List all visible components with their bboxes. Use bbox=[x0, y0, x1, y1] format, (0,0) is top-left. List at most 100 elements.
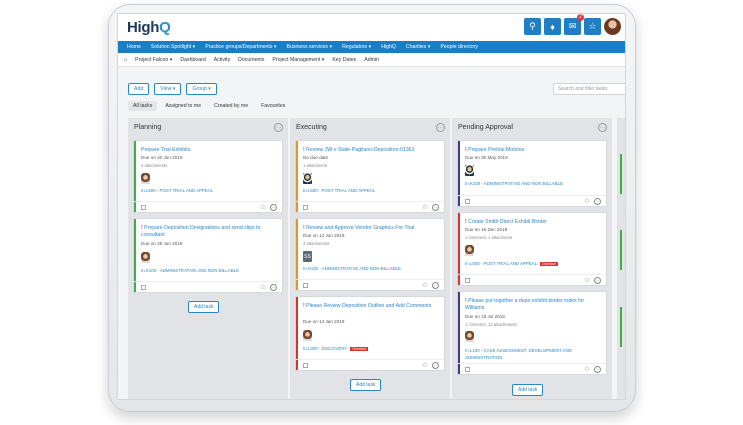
task-card[interactable]: ! Prepare Pretrial Motions Due on 30 May… bbox=[457, 140, 607, 207]
matter-link[interactable]: In L100 - CASE ASSESSMENT, DEVELOPMENT A… bbox=[465, 347, 601, 361]
favourite-star-icon[interactable]: ☆ bbox=[584, 197, 590, 205]
task-card[interactable]: ! Please put together a depo exhibit bin… bbox=[457, 291, 607, 375]
column-menu-icon[interactable]: ··· bbox=[436, 123, 445, 132]
task-title[interactable]: ! Please put together a depo exhibit bin… bbox=[465, 298, 601, 312]
nav-item-home[interactable]: Home bbox=[127, 44, 141, 50]
view-dropdown[interactable]: View ▾ bbox=[154, 83, 182, 95]
highq-logo[interactable]: HighQ bbox=[127, 19, 171, 36]
task-title[interactable]: ! Please Review Deposition Outline and A… bbox=[303, 303, 439, 310]
add-task-button[interactable]: Add task bbox=[512, 384, 544, 396]
column-menu-icon[interactable]: ··· bbox=[598, 123, 607, 132]
task-title[interactable]: ! Prepare Pretrial Motions bbox=[465, 147, 601, 154]
task-title[interactable]: ! Prepare Deposition Designations and se… bbox=[141, 225, 277, 239]
task-card[interactable]: ! Review and Approve Vendor Graphics For… bbox=[295, 218, 445, 291]
tab-activity[interactable]: Activity bbox=[214, 57, 230, 63]
task-title[interactable]: ! Review and Approve Vendor Graphics For… bbox=[303, 225, 439, 232]
task-title[interactable]: Prepare Trial Exhibits bbox=[141, 147, 277, 154]
filter-assigned-to-me[interactable]: Assigned to me bbox=[160, 101, 206, 111]
group-dropdown[interactable]: Group ▾ bbox=[186, 83, 217, 95]
more-options-icon[interactable]: ··· bbox=[594, 277, 601, 284]
assignee-avatar[interactable] bbox=[141, 252, 150, 263]
favourite-star-icon[interactable]: ☆ bbox=[260, 203, 266, 211]
favourite-star-icon[interactable]: ☆ bbox=[422, 361, 428, 369]
assignee-avatar[interactable]: SS bbox=[303, 251, 312, 262]
filter-all-tasks[interactable]: All tasks bbox=[128, 101, 158, 111]
filter-created-by-me[interactable]: Created by me bbox=[209, 101, 253, 111]
favourite-star-icon[interactable]: ☆ bbox=[584, 365, 590, 373]
bell-icon[interactable]: ♦ bbox=[544, 18, 561, 35]
complete-checkbox[interactable] bbox=[465, 367, 470, 372]
attachments-count: 1 attachment bbox=[303, 163, 328, 168]
nav-item-highq[interactable]: HighQ bbox=[381, 44, 396, 50]
matter-link[interactable]: In L500 - POST TRIAL AND APPEAL bbox=[141, 188, 213, 193]
task-title[interactable]: ! Create Smith Direct Exhibit Binder bbox=[465, 219, 601, 226]
assignee-avatar[interactable] bbox=[465, 331, 474, 342]
attachments-count: 4 attachments bbox=[303, 241, 330, 246]
more-options-icon[interactable]: ··· bbox=[432, 204, 439, 211]
assignee-avatar[interactable] bbox=[141, 173, 150, 184]
nav-item-charities[interactable]: Charities ▾ bbox=[406, 44, 431, 50]
complete-checkbox[interactable] bbox=[141, 205, 146, 210]
card-footer: ☆ ··· bbox=[458, 195, 606, 206]
matter-link[interactable]: In K100 - ADMINISTRATIVE AND NON BILLABL… bbox=[141, 268, 239, 273]
column-title: Pending Approval bbox=[458, 124, 513, 131]
user-avatar[interactable] bbox=[604, 18, 621, 35]
favourite-star-icon[interactable]: ☆ bbox=[584, 276, 590, 284]
complete-checkbox[interactable] bbox=[465, 199, 470, 204]
assignee-avatar[interactable] bbox=[303, 173, 312, 184]
task-card[interactable]: ! Review JW-v-State-Pagliano-Deposition-… bbox=[295, 140, 445, 213]
favourite-star-icon[interactable]: ☆ bbox=[422, 203, 428, 211]
nav-item-regulators[interactable]: Regulators ▾ bbox=[342, 44, 371, 50]
filter-favourites[interactable]: Favourites bbox=[256, 101, 290, 111]
nav-item-people-directory[interactable]: People directory bbox=[440, 44, 478, 50]
more-options-icon[interactable]: ··· bbox=[270, 204, 277, 211]
task-card[interactable]: ! Please Review Deposition Outline and A… bbox=[295, 296, 445, 371]
column-menu-icon[interactable]: ··· bbox=[274, 123, 283, 132]
add-task-button[interactable]: Add task bbox=[188, 301, 220, 313]
tab-documents[interactable]: Documents bbox=[238, 57, 264, 63]
star-icon[interactable]: ☆ bbox=[584, 18, 601, 35]
task-card[interactable]: ! Prepare Deposition Designations and se… bbox=[133, 218, 283, 293]
tab-key-dates[interactable]: Key Dates bbox=[332, 57, 356, 63]
assignee-avatar[interactable] bbox=[465, 245, 474, 256]
more-options-icon[interactable]: ··· bbox=[594, 198, 601, 205]
card-footer: ☆ ··· bbox=[458, 363, 606, 374]
tab-dashboard[interactable]: Dashboard bbox=[180, 57, 205, 63]
nav-item-practice-groups[interactable]: Practice groups/Departments ▾ bbox=[205, 44, 276, 50]
more-options-icon[interactable]: ··· bbox=[432, 362, 439, 369]
complete-checkbox[interactable] bbox=[303, 205, 308, 210]
favourite-star-icon[interactable]: ☆ bbox=[422, 281, 428, 289]
tab-admin[interactable]: Admin bbox=[364, 57, 379, 63]
more-options-icon[interactable]: ··· bbox=[432, 282, 439, 289]
more-options-icon[interactable]: ··· bbox=[594, 366, 601, 373]
overdue-badge: Overdue bbox=[540, 261, 558, 266]
tab-project-management[interactable]: Project Management ▾ bbox=[272, 57, 324, 63]
matter-link[interactable]: In K100 - ADMINISTRATIVE AND NON BILLABL… bbox=[303, 266, 401, 271]
matter-link[interactable]: In L500 - POST TRIAL AND APPEAL bbox=[303, 188, 375, 193]
task-title[interactable]: ! Review JW-v-State-Pagliano-Deposition-… bbox=[303, 147, 439, 154]
mail-icon[interactable]: ✉ 2 bbox=[564, 14, 584, 35]
more-options-icon[interactable]: ··· bbox=[270, 284, 277, 291]
complete-checkbox[interactable] bbox=[465, 278, 470, 283]
project-nav: ⌂ Project Falcon ▾ Dashboard Activity Do… bbox=[118, 53, 625, 67]
home-icon[interactable]: ⌂ bbox=[124, 57, 127, 63]
assignee-avatar[interactable] bbox=[303, 330, 312, 341]
due-date: Due on 25 Jun 2019 bbox=[141, 241, 183, 246]
task-search-input[interactable]: Search and filter tasks bbox=[553, 83, 625, 95]
search-icon[interactable]: ⚲ bbox=[524, 18, 541, 35]
complete-checkbox[interactable] bbox=[303, 363, 308, 368]
add-task-button[interactable]: Add task bbox=[350, 379, 382, 391]
favourite-star-icon[interactable]: ☆ bbox=[260, 283, 266, 291]
matter-link[interactable]: In L500 - POST TRIAL AND APPEAL Overdue bbox=[465, 261, 558, 266]
task-card[interactable]: Prepare Trial Exhibits Due on 20 Jun 201… bbox=[133, 140, 283, 213]
matter-link[interactable]: In L300 - DISCOVERY Overdue bbox=[303, 346, 369, 351]
matter-link[interactable]: In K100 - ADMINISTRATIVE AND NON BILLABL… bbox=[465, 181, 563, 186]
assignee-avatar[interactable] bbox=[465, 165, 474, 176]
add-button[interactable]: Add bbox=[128, 83, 150, 95]
task-card[interactable]: ! Create Smith Direct Exhibit Binder Due… bbox=[457, 212, 607, 286]
project-selector[interactable]: Project Falcon ▾ bbox=[135, 57, 172, 63]
complete-checkbox[interactable] bbox=[303, 283, 308, 288]
nav-item-business-services[interactable]: Business services ▾ bbox=[287, 44, 333, 50]
complete-checkbox[interactable] bbox=[141, 285, 146, 290]
nav-item-solution-spotlight[interactable]: Solution Spotlight ▾ bbox=[151, 44, 195, 50]
